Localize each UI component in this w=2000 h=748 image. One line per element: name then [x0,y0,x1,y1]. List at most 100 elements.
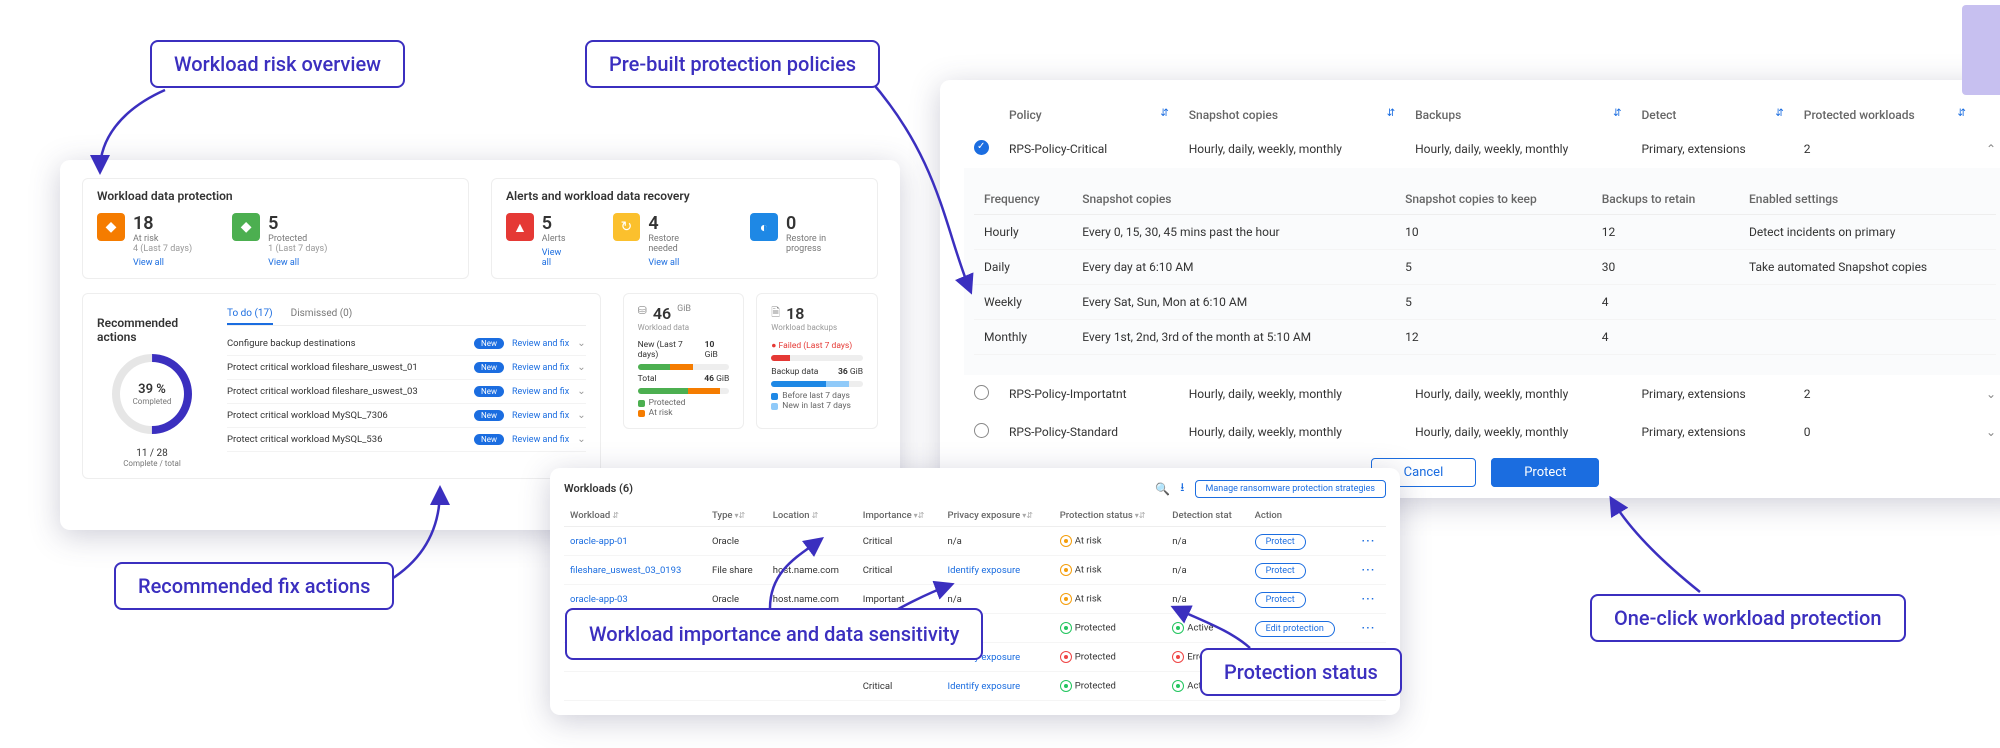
callout-importance-text: Workload importance and data sensitivity [589,622,959,646]
policies-table: Policy⇵ Snapshot copies⇵ Backups⇵ Detect… [964,100,2000,451]
total-unit: GiB [716,374,729,384]
callout-risk: Workload risk overview [150,40,405,88]
policy-name: RPS-Policy-Standard [999,413,1179,451]
chevron-down-icon[interactable]: ⌄ [577,386,585,397]
workload-data-card: ⛁ 46 GiB Workload data New (Last 7 days)… [623,293,745,429]
chevron-down-icon[interactable]: ⌄ [577,434,585,445]
enabled-cell: Detect incidents on primary [1739,215,1996,250]
col-detstatus[interactable]: Detection stat [1166,505,1248,527]
policy-radio[interactable] [974,423,989,438]
protected-label: Protected [268,234,327,244]
search-icon[interactable]: 🔍 [1155,482,1170,496]
protstatus-cell: At risk [1054,527,1167,556]
chevron-down-icon[interactable]: ⌄ [577,410,585,421]
freq-cell: Weekly [974,285,1072,320]
col-detect[interactable]: Detect⇵ [1631,100,1793,130]
more-icon[interactable]: ⋯ [1361,591,1376,607]
chevron-down-icon[interactable]: ⌄ [577,338,585,349]
legend-before: Before last 7 days [782,391,850,401]
col-enabled: Enabled settings [1739,184,1996,215]
manage-strategies-button[interactable]: Manage ransomware protection strategies [1195,480,1387,498]
restore-value: 4 [648,213,710,234]
policy-radio[interactable] [974,385,989,400]
enabled-cell: Take automated Snapshot copies [1739,250,1996,285]
tab-dismissed[interactable]: Dismissed (0) [291,304,353,325]
expand-icon[interactable]: ⌄ [1986,387,1996,401]
keep-cell: 5 [1395,250,1592,285]
inprog-value: 0 [786,213,863,234]
shield-ok-icon: ◆ [232,213,260,241]
location-cell [767,672,857,701]
col-workload[interactable]: Workload⇵ [564,505,706,527]
review-link[interactable]: Review and fix [512,339,569,349]
review-link[interactable]: Review and fix [512,387,569,397]
action-name: Configure backup destinations [227,338,466,349]
more-icon[interactable]: ⋯ [1361,533,1376,549]
workloads-title: Workloads (6) [564,482,633,495]
backup-icon: 🗎 [771,304,780,323]
review-link[interactable]: Review and fix [512,411,569,421]
col-type[interactable]: Type▾⇵ [706,505,767,527]
col-importance[interactable]: Importance▾⇵ [857,505,942,527]
status-icon [1060,651,1072,663]
workload-link[interactable]: oracle-app-01 [570,536,628,547]
done-ratio: 11 / 28 [97,448,207,459]
col-protstatus[interactable]: Protection status▾⇵ [1054,505,1167,527]
tab-todo[interactable]: To do (17) [227,304,273,325]
disk-icon: ⛁ [638,304,647,317]
col-backups[interactable]: Backups⇵ [1405,100,1631,130]
identify-exposure-link[interactable]: Identify exposure [948,565,1021,576]
chevron-down-icon[interactable]: ⌄ [577,362,585,373]
detstatus-cell: n/a [1166,585,1248,614]
download-icon[interactable]: ⭳ [1180,478,1184,499]
alerts-value: 5 [542,213,573,234]
protect-button[interactable]: Protect [1255,563,1306,579]
importance-cell: Critical [857,527,942,556]
total-value: 46 [704,374,714,384]
table-row: fileshare_uswest_03_0193 File share host… [564,556,1386,585]
inprog-label: Restore in progress [786,234,863,254]
viewall-link[interactable]: View all [648,258,710,268]
protected-sub: 1 (Last 7 days) [268,244,327,254]
protect-button[interactable]: Protect [1255,592,1306,608]
review-link[interactable]: Review and fix [512,435,569,445]
identify-exposure-link[interactable]: Identify exposure [948,681,1021,692]
workload-link[interactable]: fileshare_uswest_03_0193 [570,565,681,576]
new-badge: New [474,338,504,349]
new-badge: New [474,362,504,373]
protstatus-cell: Protected [1054,614,1167,643]
col-policy[interactable]: Policy⇵ [999,100,1179,130]
restore-label: Restore needed [648,234,710,254]
policy-snap: Hourly, daily, weekly, monthly [1179,413,1405,451]
freq-row: Weekly Every Sat, Sun, Mon at 6:10 AM 5 … [974,285,1996,320]
location-cell: host.name.com [767,556,857,585]
more-icon[interactable]: ⋯ [1361,620,1376,636]
col-snapshot[interactable]: Snapshot copies⇵ [1179,100,1405,130]
policy-row: RPS-Policy-Importatnt Hourly, daily, wee… [964,375,2000,413]
protect-button[interactable]: Protect [1491,458,1599,487]
decorative-stripe [1962,5,2000,95]
importance-cell: Critical [857,556,942,585]
col-privacy[interactable]: Privacy exposure▾⇵ [942,505,1054,527]
col-protwk[interactable]: Protected workloads⇵ [1794,100,1976,130]
expand-icon[interactable]: ⌃ [1986,142,1996,156]
expand-icon[interactable]: ⌄ [1986,425,1996,439]
policy-radio[interactable] [974,140,989,155]
policy-name: RPS-Policy-Critical [999,130,1179,168]
more-icon[interactable]: ⋯ [1361,562,1376,578]
snap-cell: Every day at 6:10 AM [1072,250,1395,285]
review-link[interactable]: Review and fix [512,363,569,373]
col-location[interactable]: Location⇵ [767,505,857,527]
action-name: Protect critical workload fileshare_uswe… [227,386,466,397]
protect-button[interactable]: Protect [1255,534,1306,550]
workload-link[interactable]: oracle-app-03 [570,594,628,605]
viewall-link[interactable]: View all [542,248,573,268]
viewall-link[interactable]: View all [133,258,192,268]
recommended-actions-card: Recommended actions 39 % Completed 11 / … [82,293,601,479]
viewall-link[interactable]: View all [268,258,327,268]
edit-button[interactable]: Edit protection [1255,621,1335,637]
policy-snap: Hourly, daily, weekly, monthly [1179,375,1405,413]
location-cell [767,527,857,556]
policy-pw: 2 [1794,130,1976,168]
retain-cell: 12 [1592,215,1739,250]
